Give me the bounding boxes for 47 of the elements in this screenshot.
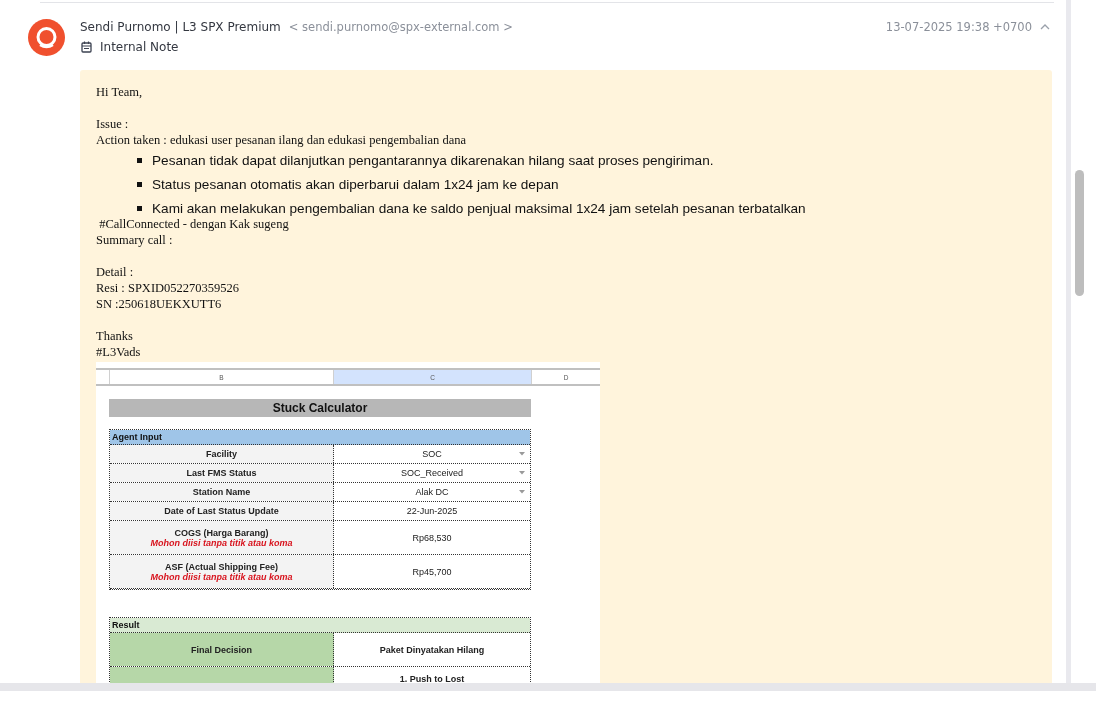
bullet-text: Status pesanan otomatis akan diperbarui dalam 1x24 jam ke depan (152, 176, 559, 192)
field-label: Facility (206, 449, 237, 459)
message-timestamp: 13-07-2025 19:38 +0700 (885, 20, 1032, 34)
field-value: Paket Dinyatakan Hilang (379, 644, 485, 655)
dropdown-icon[interactable] (519, 490, 525, 494)
field-value: Rp68,530 (412, 532, 452, 543)
note-text-line: Action taken : edukasi user pesanan ilang dan edukasi pengembalian dana (96, 132, 467, 148)
note-type-label: Internal Note (100, 40, 179, 54)
note-text-line: Detail : (96, 264, 135, 280)
sender-email: < sendi.purnomo@spx-external.com > (288, 20, 513, 34)
field-value: SOC (422, 449, 442, 459)
dropdown-icon[interactable] (519, 471, 525, 475)
scrollbar-thumb[interactable] (1075, 170, 1084, 296)
field-label: COGS (Harga Barang) (174, 527, 269, 538)
field-label: Last FMS Status (186, 468, 257, 478)
field-label: Station Name (192, 487, 251, 497)
note-text-line: Thanks (96, 328, 134, 344)
section-header: Result (110, 618, 530, 633)
note-text-line: #L3Vads (96, 344, 142, 360)
note-text-line: Summary call : (96, 232, 174, 248)
section-header: Agent Input (110, 430, 530, 445)
note-text-line: Hi Team, (96, 84, 144, 100)
field-value: Rp45,700 (412, 566, 452, 577)
calendar-icon (81, 41, 92, 53)
bullet-icon (137, 205, 142, 211)
bullet-text: Kami akan melakukan pengembalian dana ke saldo penjual maksimal 1x24 jam setelah pesanan terbatalkan (152, 200, 806, 216)
field-label: ASF (Actual Shipping Fee) (165, 561, 278, 572)
field-hint: Mohon diisi tanpa titik atau koma (150, 537, 293, 548)
note-text-line: #CallConnected - dengan Kak sugeng (98, 216, 290, 232)
note-text-line: Issue : (96, 116, 130, 132)
note-text-line: Resi : SPXID052270359526 (96, 280, 241, 296)
dropdown-icon[interactable] (519, 452, 525, 456)
bullet-icon (137, 181, 142, 187)
field-value: Alak DC (415, 487, 449, 497)
bullet-icon (137, 157, 142, 163)
field-value: 22-Jun-2025 (406, 506, 458, 516)
avatar-icon (28, 19, 65, 56)
sender-name: Sendi Purnomo | L3 SPX Premium (80, 20, 281, 34)
bullet-text: Pesanan tidak dapat dilanjutkan pengantarannya dikarenakan hilang saat proses pengiriman. (152, 152, 714, 168)
field-hint: Mohon diisi tanpa titik atau koma (150, 571, 293, 582)
collapse-caret-icon[interactable] (1040, 24, 1050, 30)
sheet-title: Stuck Calculator (109, 399, 531, 417)
field-label: Final Decision (191, 644, 252, 655)
field-label: Date of Last Status Update (164, 506, 279, 516)
field-value: SOC_Received (401, 468, 463, 478)
field-value: 1. Push to Lost (399, 674, 465, 683)
note-text-line: SN :250618UEKXUTT6 (96, 296, 223, 312)
